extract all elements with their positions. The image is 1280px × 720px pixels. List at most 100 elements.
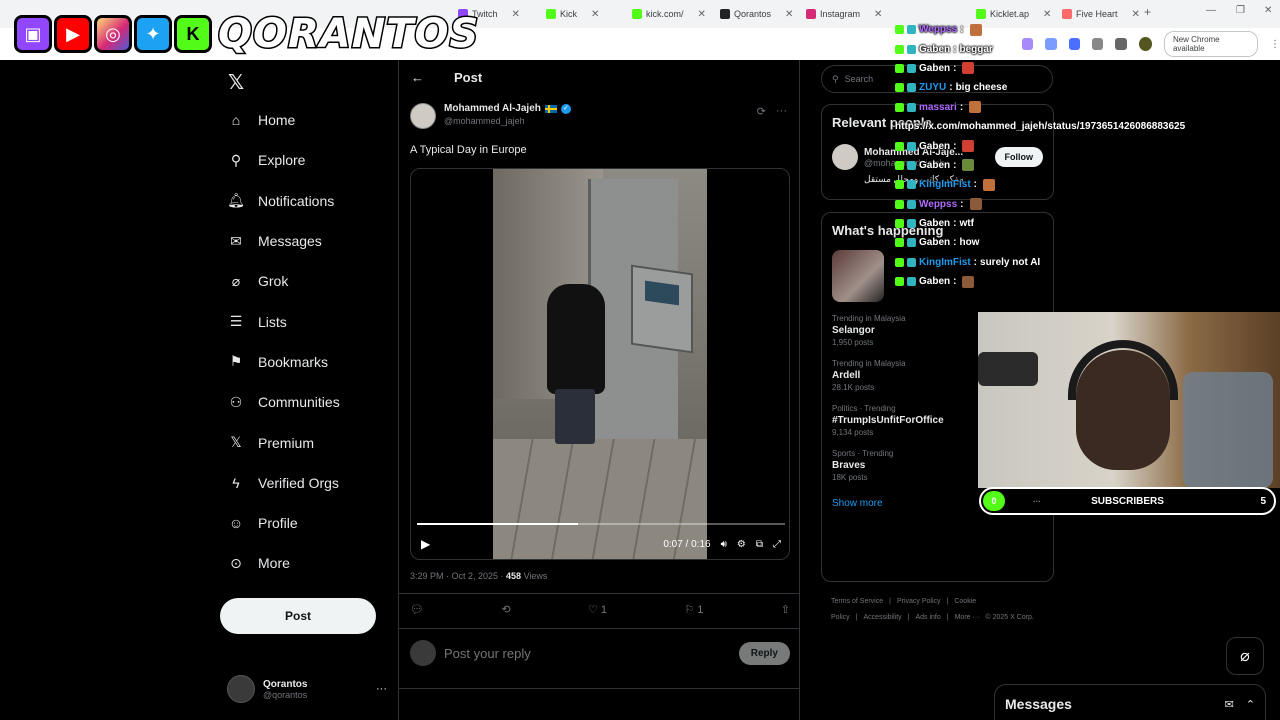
chat-username[interactable]: KingImFist [919, 257, 971, 268]
reply-input[interactable] [444, 645, 731, 661]
x-icon: 𝕏 [230, 434, 242, 451]
video-player[interactable]: ▶ 0:07 / 0:16 🔊︎ ⚙ ⧉ ⤢ [410, 168, 790, 560]
chat-username[interactable]: Gaben [919, 218, 950, 229]
footer-separator: | [907, 614, 910, 621]
restore-icon[interactable]: ❐ [1236, 5, 1245, 16]
nav-item-grok[interactable]: ⌀ Grok [220, 261, 390, 301]
chat-username[interactable]: Gaben [919, 160, 950, 171]
minimize-icon[interactable]: — [1206, 5, 1216, 16]
volume-icon[interactable]: 🔊︎ [721, 539, 727, 550]
nav-item-home[interactable]: ⌂ Home [220, 100, 390, 140]
chat-username[interactable]: Weppss [919, 24, 957, 35]
bookmark-action[interactable]: ⚐ 1 [684, 603, 703, 617]
grok-button[interactable]: ⌀ [1226, 637, 1264, 675]
nav-item-messages[interactable]: ✉ Messages [220, 221, 390, 261]
more-dots-icon[interactable]: ··· [376, 683, 387, 695]
messages-drawer[interactable]: Messages ✉ ⌃ [994, 684, 1266, 720]
reply-action[interactable]: 💬︎ [410, 603, 424, 616]
chat-username[interactable]: Gaben [919, 63, 950, 74]
chat-text: big cheese [955, 82, 1008, 94]
chat-username[interactable]: ZUYU [919, 82, 946, 93]
browser-tab-qorantos[interactable]: Qorantos ✕ [720, 4, 793, 24]
post-timestamp[interactable]: 3:29 PM · Oct 2, 2025 · [410, 571, 506, 581]
post-button[interactable]: Post [220, 598, 376, 634]
emote-icon [983, 178, 996, 191]
footer-link[interactable]: Accessibility [864, 614, 902, 621]
chat-username[interactable]: Gaben [919, 44, 950, 55]
post-author[interactable]: Mohammed Al-Jajeh ✓ @mohammed_jajeh [410, 103, 571, 129]
chair [1183, 372, 1273, 488]
close-tab-icon[interactable]: ✕ [591, 9, 599, 20]
footer-link[interactable]: Terms of Service [831, 598, 883, 605]
settings-gear-icon[interactable]: ⚙ [737, 539, 746, 550]
close-window-icon[interactable]: ✕ [1264, 5, 1272, 16]
fullscreen-icon[interactable]: ⤢ [773, 539, 781, 550]
reply-button[interactable]: Reply [738, 641, 790, 665]
nav-item-premium[interactable]: 𝕏 Premium [220, 422, 390, 462]
emote-icon [962, 62, 975, 75]
grok-icon[interactable]: ⟳ [757, 105, 766, 118]
repost-action[interactable]: ⟲ [501, 603, 510, 616]
footer-link[interactable]: More ··· [955, 614, 980, 621]
chrome-menu-icon[interactable]: ⋮ [1270, 39, 1280, 50]
footer-link[interactable]: Privacy Policy [897, 598, 941, 605]
nav-item-profile[interactable]: ☺ Profile [220, 503, 390, 543]
new-message-icon[interactable]: ✉ [1225, 698, 1234, 711]
webcam-feed [978, 312, 1280, 488]
browser-tab-kick[interactable]: Kick ✕ [546, 4, 599, 24]
browser-tab-kick-com[interactable]: kick.com/✕ [632, 4, 706, 24]
tiktok-favicon-icon [720, 9, 730, 19]
close-tab-icon[interactable]: ✕ [512, 9, 520, 20]
chat-message: Gaben : beggar [895, 39, 1225, 58]
close-tab-icon[interactable]: ✕ [785, 9, 793, 20]
kick-badge-icon [895, 25, 904, 35]
chat-username[interactable]: Gaben [919, 141, 950, 152]
chat-username[interactable]: massari [919, 102, 957, 113]
chat-username[interactable]: Weppss [919, 199, 957, 210]
nav-item-verified-orgs[interactable]: ϟ Verified Orgs [220, 463, 390, 503]
author-name[interactable]: Mohammed Al-Jajeh [444, 103, 541, 114]
x-logo-icon[interactable]: 𝕏 [228, 70, 244, 95]
footer-link[interactable]: Ads info [915, 614, 940, 621]
account-switcher[interactable]: Qorantos @qorantos ··· [227, 674, 387, 704]
back-arrow-icon[interactable]: ← [411, 70, 424, 85]
nav-item-bookmarks[interactable]: ⚑ Bookmarks [220, 342, 390, 382]
nav-item-more[interactable]: ⊙ More [220, 543, 390, 583]
new-tab-button[interactable]: + [1144, 5, 1151, 19]
news-thumbnail[interactable] [832, 250, 884, 302]
footer-link[interactable]: © 2025 X Corp. [985, 614, 1033, 621]
nav-item-communities[interactable]: ⚇ Communities [220, 382, 390, 422]
kick-badge-icon [895, 102, 904, 112]
nav-item-notifications[interactable]: 🔔︎ Notifications [220, 181, 390, 221]
youtube-icon: ▶ [54, 15, 92, 53]
divider [399, 593, 799, 594]
share-action[interactable]: ⇧ [781, 603, 790, 616]
close-tab-icon[interactable]: ✕ [698, 9, 706, 20]
close-tab-icon[interactable]: ✕ [1043, 9, 1051, 20]
chevron-up-icon[interactable]: ⌃ [1246, 698, 1255, 711]
video-progress-bar[interactable] [417, 523, 785, 525]
chat-message: Gaben : [895, 136, 1225, 155]
avatar[interactable] [832, 144, 858, 170]
emote-icon [969, 198, 982, 211]
nav-item-explore[interactable]: ⚲ Explore [220, 140, 390, 180]
more-dots-icon[interactable]: ··· [776, 105, 787, 118]
stream-brand-overlay: ▣ ▶ ◎ ✦ K QORANTOS [14, 10, 480, 59]
author-handle[interactable]: @mohammed_jajeh [444, 116, 571, 126]
post-header: ← Post [411, 70, 482, 85]
avatar[interactable] [410, 103, 436, 129]
close-tab-icon[interactable]: ✕ [874, 9, 882, 20]
nav-item-lists[interactable]: ☰ Lists [220, 301, 390, 341]
browser-tab-instagram[interactable]: Instagram ✕ [806, 4, 882, 24]
twitch-icon: ▣ [14, 15, 52, 53]
like-action[interactable]: ♡ 1 [588, 603, 607, 617]
pip-icon[interactable]: ⧉ [756, 539, 763, 550]
subscriber-badge-icon [907, 199, 916, 209]
bolt-icon: ϟ [232, 474, 240, 491]
play-icon[interactable]: ▶ [421, 537, 430, 551]
close-tab-icon[interactable]: ✕ [1132, 9, 1140, 20]
chat-username[interactable]: Gaben [919, 237, 950, 248]
chat-username[interactable]: Gaben [919, 276, 950, 287]
chat-text: https://x.com/mohammed_jajeh/status/1973… [895, 121, 1186, 133]
chat-username[interactable]: KingImFist [919, 179, 971, 190]
